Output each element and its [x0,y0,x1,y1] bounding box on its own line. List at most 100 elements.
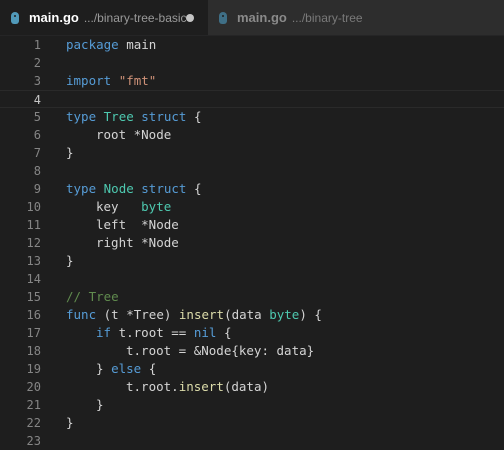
code-text: type Node struct { [66,180,202,198]
code-token: } [66,415,74,430]
line-number: 13 [26,254,41,268]
code-line[interactable]: 18 t.root = &Node{key: data} [0,342,504,360]
code-token: struct [141,109,187,124]
code-token: } [66,253,74,268]
code-token: package [66,37,119,52]
go-file-icon [218,11,228,24]
code-line[interactable]: 8 [0,162,504,180]
code-text: right *Node [66,234,179,252]
code-token: } [96,397,104,412]
code-token: type [66,109,97,124]
code-line[interactable]: 1 package main [0,36,504,54]
code-editor[interactable]: 1 package main 2 3 import "fmt" 4 5 type Tree s… [0,36,504,450]
code-token: // Tree [66,289,119,304]
editor-tab-bar: main.go .../binary-tree-basic main.go ..… [0,0,504,36]
code-line[interactable]: 19} else { [0,360,504,378]
code-text: } [66,252,74,270]
code-line[interactable]: 4 [0,90,504,108]
code-line[interactable]: 9 type Node struct { [0,180,504,198]
code-token: { [141,361,157,376]
line-number: 16 [26,308,41,322]
line-number: 12 [26,236,41,250]
code-token: key [96,199,142,214]
code-token: main [118,37,157,52]
code-text: t.root = &Node{key: data} [66,342,314,360]
code-line[interactable]: 7} [0,144,504,162]
code-line[interactable]: 21} [0,396,504,414]
code-token: { [186,181,202,196]
code-text: if t.root == nil { [66,324,232,342]
go-file-icon [10,11,20,24]
code-token: else [111,361,142,376]
code-text: } [66,396,104,414]
code-token: left *Node [96,217,179,232]
code-line[interactable]: 20 t.root.insert(data) [0,378,504,396]
code-token: struct [141,181,187,196]
tab-filename: main.go [29,10,79,25]
tab-path: .../binary-tree [291,10,363,25]
code-text: // Tree [66,288,119,306]
line-number: 9 [33,182,41,196]
code-token: Node [103,181,134,196]
line-number: 1 [33,38,41,52]
line-number: 21 [26,398,41,412]
code-line[interactable]: 3 import "fmt" [0,72,504,90]
code-line[interactable]: 5 type Tree struct { [0,108,504,126]
code-token: "fmt" [118,73,157,88]
code-text: } [66,144,74,162]
code-line[interactable]: 6 root *Node [0,126,504,144]
code-line[interactable]: 15 // Tree [0,288,504,306]
code-line[interactable]: 17 if t.root == nil { [0,324,504,342]
code-token: nil [193,325,217,340]
line-number: 8 [33,164,41,178]
line-number: 3 [33,74,41,88]
code-text: root *Node [66,126,171,144]
tab-main-go-binary-tree-basic[interactable]: main.go .../binary-tree-basic [0,0,208,35]
line-number: 19 [26,362,41,376]
code-token: if [96,325,112,340]
unsaved-changes-dot-icon[interactable] [186,14,194,22]
line-number: 14 [26,272,41,286]
line-number: 20 [26,380,41,394]
code-token: ) { [299,307,322,322]
code-token: func [66,307,97,322]
code-token: (data [224,307,270,322]
code-line[interactable]: 22} [0,414,504,432]
code-line[interactable]: 11 left *Node [0,216,504,234]
line-number: 18 [26,344,41,358]
line-number: 22 [26,416,41,430]
code-token: } [96,361,112,376]
tab-path: .../binary-tree-basic [83,10,187,25]
code-line[interactable]: 13} [0,252,504,270]
code-token: insert [178,307,225,322]
line-number: 4 [33,93,41,107]
code-line[interactable]: 10 key byte [0,198,504,216]
code-token: Tree [103,109,134,124]
line-number: 17 [26,326,41,340]
code-token: t.root == [111,325,194,340]
code-token: byte [269,307,300,322]
line-number: 23 [26,434,41,448]
code-text: left *Node [66,216,179,234]
code-line[interactable]: 12 right *Node [0,234,504,252]
line-number: 11 [26,218,41,232]
code-text: package main [66,36,156,54]
tab-main-go-binary-tree[interactable]: main.go .../binary-tree [208,0,504,35]
code-line[interactable]: 16 func (t *Tree) insert(data byte) { [0,306,504,324]
line-number: 7 [33,146,41,160]
code-text: t.root.insert(data) [66,378,269,396]
code-token: insert [178,379,224,394]
line-number: 6 [33,128,41,142]
code-text: type Tree struct { [66,108,202,126]
code-text: } [66,414,74,432]
code-token: (t *Tree) [96,307,179,322]
code-line[interactable]: 2 [0,54,504,72]
tab-filename: main.go [237,10,287,25]
code-line[interactable]: 14 [0,270,504,288]
code-token: (data) [223,379,269,394]
code-line[interactable]: 23 [0,432,504,450]
code-text: } else { [66,360,156,378]
line-number: 10 [26,200,41,214]
